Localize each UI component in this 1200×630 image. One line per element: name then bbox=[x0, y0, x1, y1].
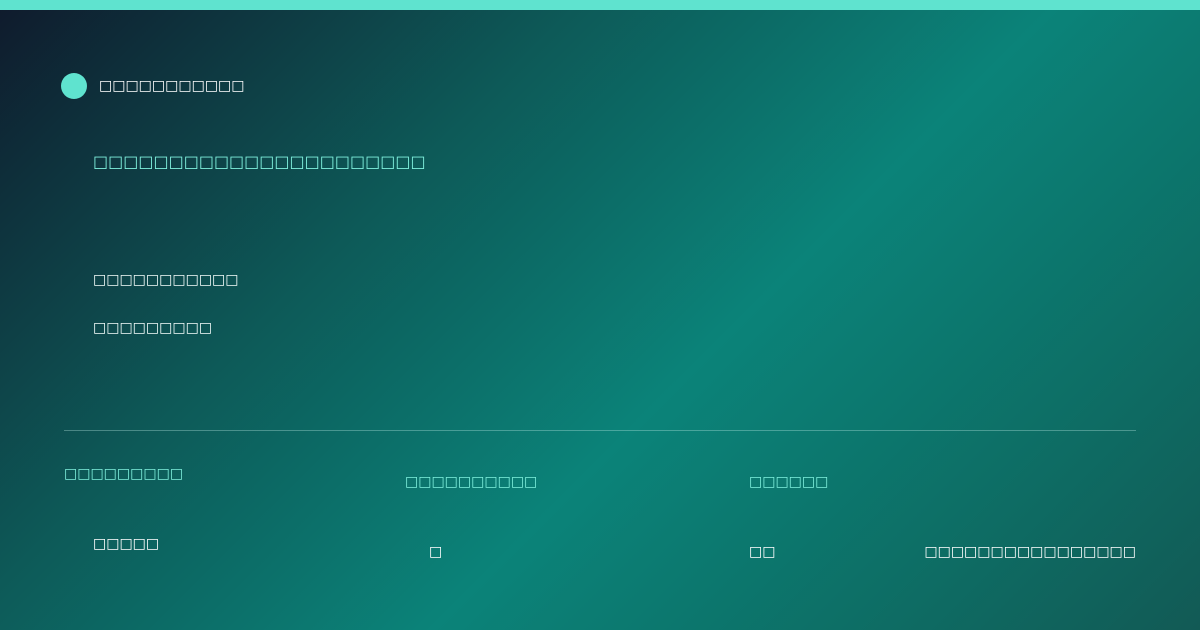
hero-line-1: □□□□□□□□□□□ bbox=[93, 272, 239, 288]
top-accent-bar bbox=[0, 0, 1200, 10]
stat-value-2: □ bbox=[429, 544, 443, 560]
footer-note: □□□□□□□□□□□□□□□□ bbox=[924, 544, 1136, 560]
circle-logo-icon bbox=[61, 73, 87, 99]
stat-label-2: □□□□□□□□□□ bbox=[405, 474, 538, 490]
stat-value-1: □□□□□ bbox=[93, 536, 160, 552]
hero-line-2: □□□□□□□□□ bbox=[93, 320, 213, 336]
brand: □□□□□□□□□□□ bbox=[61, 73, 245, 99]
divider bbox=[64, 430, 1136, 431]
headline: □□□□□□□□□□□□□□□□□□□□□□ bbox=[93, 152, 426, 171]
brand-name: □□□□□□□□□□□ bbox=[99, 78, 245, 94]
stat-label-3: □□□□□□ bbox=[749, 474, 829, 490]
stat-value-3: □□ bbox=[749, 544, 776, 560]
stat-label-1: □□□□□□□□□ bbox=[64, 466, 184, 482]
